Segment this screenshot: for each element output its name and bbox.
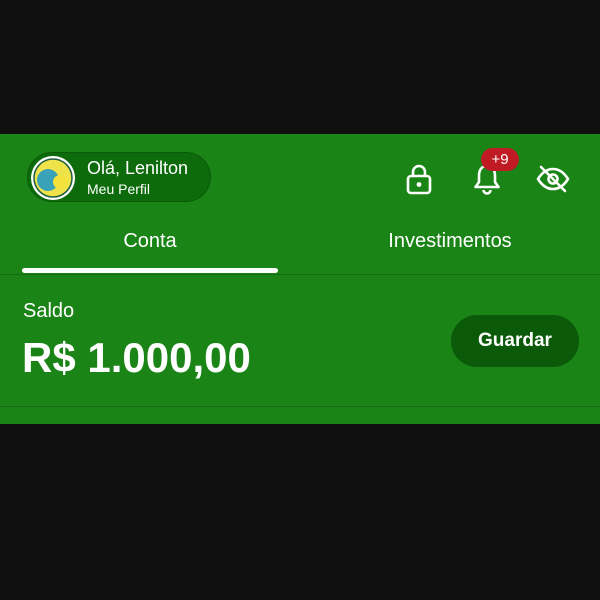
active-tab-indicator (22, 268, 278, 273)
profile-greeting: Olá, Lenilton (87, 158, 189, 178)
tabs-divider (0, 274, 600, 275)
guardar-button[interactable]: Guardar (451, 315, 579, 367)
tab-investimentos[interactable]: Investimentos (320, 230, 580, 258)
profile-link-label: Meu Perfil (87, 181, 151, 197)
tab-conta[interactable]: Conta (22, 230, 278, 258)
account-header-panel: Olá, Lenilton Meu Perfil +9 Conta Invest… (0, 134, 600, 424)
toggle-balance-visibility-button[interactable] (535, 161, 571, 197)
balance-divider (0, 406, 600, 407)
avatar-icon (31, 156, 75, 200)
lock-icon (406, 164, 432, 195)
profile-button[interactable]: Olá, Lenilton Meu Perfil (27, 152, 211, 202)
balance-value: R$ 1.000,00 (22, 334, 251, 381)
balance-label: Saldo (23, 300, 75, 322)
notification-badge: +9 (481, 148, 519, 171)
eye-off-icon (536, 165, 570, 193)
lock-button[interactable] (401, 161, 437, 197)
